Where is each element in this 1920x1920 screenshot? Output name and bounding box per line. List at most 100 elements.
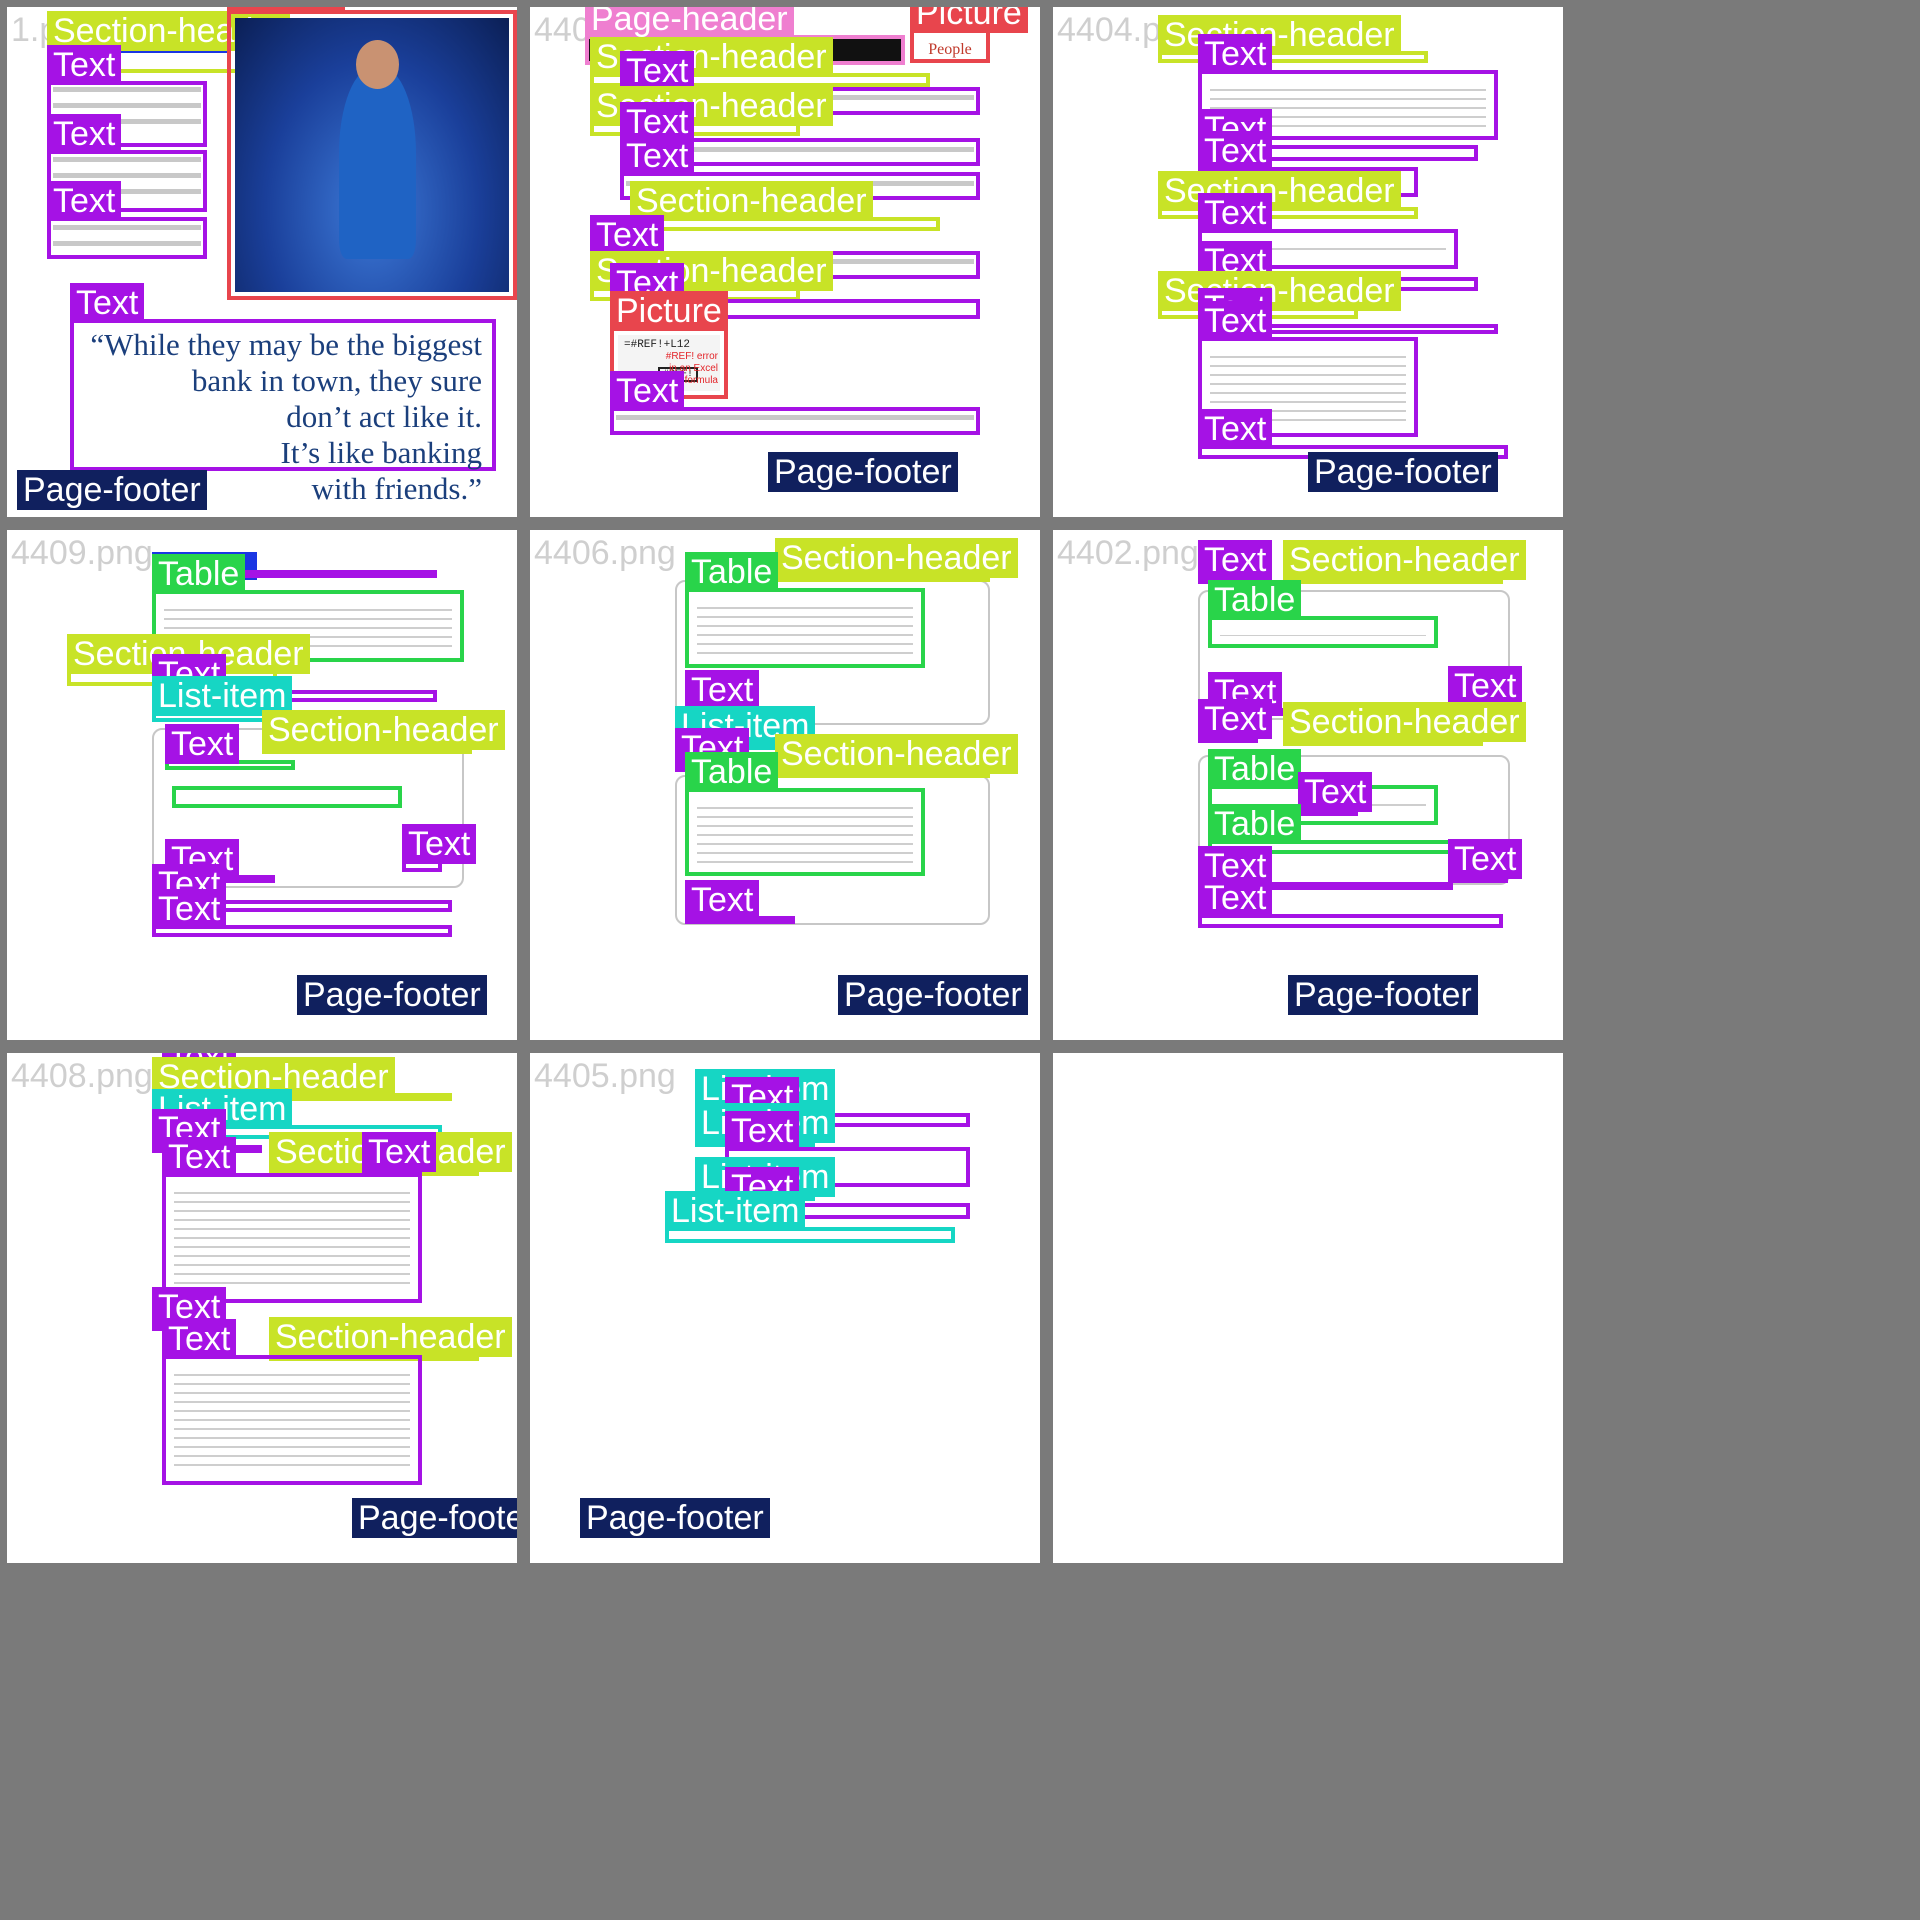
picture-box: Picture (227, 7, 517, 300)
text-label: Text (725, 1111, 800, 1151)
text-label: Text (47, 114, 122, 154)
thumbnail-filename: 4406.png (534, 534, 676, 572)
text-box: Text (1298, 772, 1373, 816)
table-label: Table (1208, 580, 1302, 620)
cell-formula: =#REF!+L12 (624, 339, 691, 351)
text-label: Text (1198, 699, 1273, 739)
table-label: Table (685, 752, 779, 792)
section-header-label: Section-header (775, 734, 1018, 774)
text-label: Text (402, 824, 477, 864)
text-box: Text (685, 880, 795, 924)
text-label: Text (70, 283, 145, 323)
page-footer-label: Page-footer (580, 1498, 770, 1538)
thumbnail-filename: 4409.png (11, 534, 153, 572)
text-label: Text (162, 1319, 237, 1359)
text-label: Text (165, 724, 240, 764)
text-line (53, 241, 201, 246)
page-footer-label: Page-footer (352, 1498, 517, 1538)
section-header-label: Section-header (262, 710, 505, 750)
text-label: Text (1198, 131, 1273, 171)
text-label: Text (1298, 772, 1373, 812)
section-header-label: Section-header (1283, 702, 1526, 742)
section-header-label: Section-header (1283, 540, 1526, 580)
text-label: Text (610, 371, 685, 411)
thumbnail-2[interactable]: 4407 Page-header Picture People Section-… (530, 7, 1040, 517)
section-header-label: Section-header (1158, 15, 1401, 55)
text-box: Text (152, 889, 452, 937)
thumbnail-6[interactable]: 4402.png Text Section-header Table Text … (1053, 530, 1563, 1040)
picture-box: Picture People (910, 7, 1028, 63)
text-box: Text (402, 824, 477, 872)
pull-quote: “While they may be the biggest bank in t… (90, 327, 482, 506)
thumbnail-1[interactable]: 1.png Section-header Text Text Text Pict… (7, 7, 517, 517)
section-header-box: Section-header (775, 538, 1018, 582)
section-header-label: Section-header (1158, 271, 1401, 311)
text-label: Text (620, 136, 695, 176)
page-footer-box: Page-footer (297, 975, 487, 1015)
page-footer-label: Page-footer (297, 975, 487, 1015)
text-box: Text (162, 1319, 422, 1485)
page-header-label: Page-header (585, 7, 794, 39)
text-label: Text (1198, 34, 1273, 74)
table-label: Table (1208, 749, 1302, 789)
text-box: Text (1198, 878, 1503, 928)
photo-person-body (339, 67, 416, 260)
section-header-box: Section-header (630, 181, 940, 231)
list-item-label: List-item (665, 1191, 806, 1231)
table-box (172, 786, 402, 808)
text-box: Text (1198, 699, 1273, 743)
page-footer-box: Page-footer (768, 452, 958, 492)
text-box: Text (165, 724, 295, 770)
text-label: Text (47, 45, 122, 85)
text-label: Text (1198, 878, 1273, 918)
text-label: Text (685, 880, 760, 920)
thumbnail-5[interactable]: 4406.png Section-header Table Text List-… (530, 530, 1040, 1040)
text-label: Text (1198, 540, 1273, 580)
section-header-label: Section-header (269, 1317, 512, 1357)
thumbnail-7[interactable]: 4408.png Text Section-header List-item T… (7, 1053, 517, 1563)
text-label: Text (620, 51, 695, 91)
text-label: Text (152, 889, 227, 929)
section-header-box: Section-header (262, 710, 505, 754)
table-rows (697, 800, 913, 864)
list-item-box: List-item (665, 1191, 955, 1243)
section-header-label: Section-header (1158, 171, 1401, 211)
table-rows (1220, 628, 1426, 636)
page-footer-box: Page-footer (352, 1498, 517, 1538)
table-box: Table (685, 752, 925, 876)
screen-rows (174, 1185, 410, 1291)
page-footer-label: Page-footer (17, 470, 207, 510)
page-footer-box: Page-footer (17, 470, 207, 510)
text-label: Text (1448, 666, 1523, 706)
picture-label: Picture (610, 291, 728, 331)
text-label: Text (362, 1132, 437, 1172)
text-line (53, 225, 201, 230)
table-label: Table (1208, 804, 1302, 844)
table-box: Table (1208, 580, 1438, 648)
screen-rows (174, 1367, 410, 1473)
text-line (53, 157, 201, 162)
section-header-label: Section-header (630, 181, 873, 221)
text-line (616, 415, 974, 420)
text-box (227, 570, 437, 578)
text-label: Text (47, 181, 122, 221)
page-footer-label: Page-footer (768, 452, 958, 492)
text-box: Text (1448, 839, 1523, 883)
text-line (53, 173, 201, 178)
text-label: Text (1448, 839, 1523, 879)
text-box: Text (162, 1137, 422, 1303)
section-header-label: Section-header (775, 538, 1018, 578)
people-logo: People (918, 37, 982, 58)
text-line (53, 87, 201, 92)
text-box: Text (47, 181, 207, 259)
text-box: Text “While they may be the biggest bank… (70, 283, 496, 506)
thumbnail-8[interactable]: 4405.png List-item Text List-item Text L… (530, 1053, 1040, 1563)
page-footer-box: Page-footer (838, 975, 1028, 1015)
picture-label: Picture (227, 7, 345, 14)
thumbnail-4[interactable]: 4409.png Table Section-header Text List-… (7, 530, 517, 1040)
thumbnail-3[interactable]: 4404.png Section-header Text Text Text S… (1053, 7, 1563, 517)
text-line (53, 103, 201, 108)
text-label: Text (1198, 301, 1273, 341)
surgeon-photo (235, 18, 509, 292)
picture-label: Picture (910, 7, 1028, 33)
